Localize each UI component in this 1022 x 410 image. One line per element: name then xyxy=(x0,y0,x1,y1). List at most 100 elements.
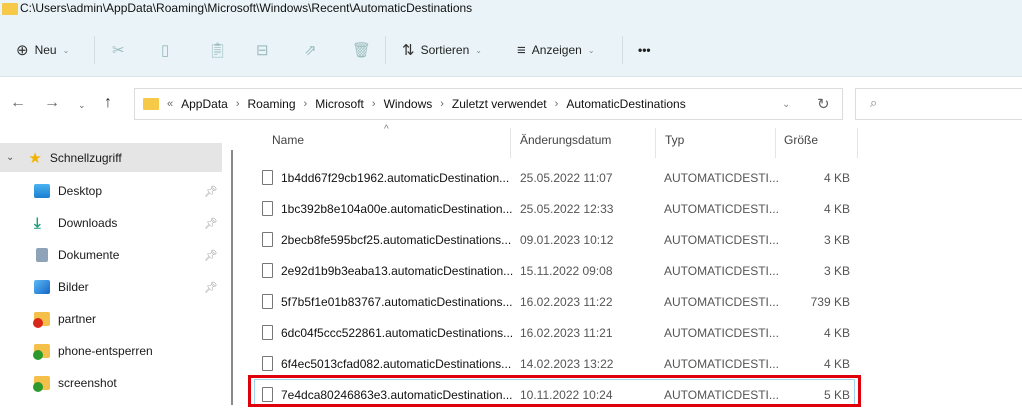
desktop-icon xyxy=(34,184,50,198)
delete-icon: 🗑︎ xyxy=(352,42,372,59)
chevron-right-icon: › xyxy=(303,98,308,110)
paste-button[interactable]: 📋︎ xyxy=(208,38,227,62)
refresh-icon[interactable]: ↻ xyxy=(817,95,830,113)
sort-icon: ⇅ xyxy=(402,42,415,59)
up-arrow-icon[interactable]: ↑ xyxy=(104,94,112,112)
star-icon: ★ xyxy=(28,149,42,167)
share-button[interactable]: ⇗ xyxy=(304,38,317,62)
view-button[interactable]: ≡ Anzeigen ⌄ xyxy=(517,38,595,62)
column-divider[interactable] xyxy=(510,128,511,158)
cut-button[interactable]: ✂ xyxy=(112,38,125,62)
sidebar-label: phone-entsperren xyxy=(58,344,153,358)
breadcrumb-microsoft[interactable]: Microsoft xyxy=(315,97,364,111)
sidebar-item-desktop[interactable]: Desktop 📌︎ xyxy=(0,175,222,207)
file-type: AUTOMATICDESTI... xyxy=(664,325,779,340)
file-date: 16.02.2023 11:21 xyxy=(520,325,613,340)
pin-icon[interactable]: 📌︎ xyxy=(204,249,218,262)
column-header-size[interactable]: Größe xyxy=(784,133,818,157)
file-size: 3 KB xyxy=(823,263,850,278)
sidebar-item-partner[interactable]: partner xyxy=(0,303,222,335)
chevron-down-icon: ⌄ xyxy=(62,45,70,55)
breadcrumb-appdata[interactable]: AppData xyxy=(181,97,228,111)
overflow-chevron[interactable]: « xyxy=(167,98,173,110)
chevron-right-icon: › xyxy=(554,98,559,110)
file-row[interactable]: 5f7b5f1e01b83767.automaticDestinations..… xyxy=(252,286,857,317)
folder-synced-icon xyxy=(33,344,50,360)
sidebar-item-downloads[interactable]: ⤓ Downloads 📌︎ xyxy=(0,207,222,239)
file-name: 2becb8fe595bcf25.automaticDestinations..… xyxy=(281,232,512,247)
file-icon xyxy=(262,325,273,340)
search-input[interactable]: ⌕ xyxy=(855,88,1022,120)
chevron-down-icon: ⌄ xyxy=(587,45,595,55)
file-date: 16.02.2023 11:22 xyxy=(520,294,613,309)
file-row[interactable]: 6dc04f5ccc522861.automaticDestinations..… xyxy=(252,317,857,348)
pin-icon[interactable]: 📌︎ xyxy=(204,281,218,294)
column-header-date[interactable]: Änderungsdatum xyxy=(520,133,611,157)
breadcrumb-roaming[interactable]: Roaming xyxy=(248,97,296,111)
chevron-right-icon: › xyxy=(371,98,376,110)
file-name: 2e92d1b9b3eaba13.automaticDestination... xyxy=(281,263,514,278)
file-row[interactable]: 1bc392b8e104a00e.automaticDestination...… xyxy=(252,193,857,224)
cut-icon: ✂ xyxy=(112,42,125,59)
divider xyxy=(94,36,95,64)
column-divider[interactable] xyxy=(655,128,656,158)
file-type: AUTOMATICDESTI... xyxy=(664,263,779,278)
forward-arrow-icon[interactable]: → xyxy=(44,94,60,112)
chevron-right-icon: › xyxy=(440,98,444,110)
sidebar-item-phone-entsperren[interactable]: phone-entsperren xyxy=(0,335,222,367)
paste-icon: 📋︎ xyxy=(208,42,228,59)
file-row[interactable]: 1b4dd67f29cb1962.automaticDestination...… xyxy=(252,162,857,193)
file-date: 14.02.2023 13:22 xyxy=(520,356,614,371)
file-size: 3 KB xyxy=(823,232,850,247)
folder-synced-icon xyxy=(33,376,50,392)
breadcrumb-automaticdestinations[interactable]: AutomaticDestinations xyxy=(566,97,685,111)
new-button[interactable]: ⊕ Neu ⌄ xyxy=(16,38,69,62)
file-size: 4 KB xyxy=(823,201,850,216)
address-dropdown-icon[interactable]: ⌄ xyxy=(782,99,790,110)
more-button[interactable]: ••• xyxy=(638,38,651,62)
file-date: 15.11.2022 09:08 xyxy=(520,263,613,278)
sidebar-label: partner xyxy=(58,312,97,326)
file-name: 5f7b5f1e01b83767.automaticDestinations..… xyxy=(281,294,513,309)
breadcrumb-recent[interactable]: Zuletzt verwendet xyxy=(452,97,547,111)
back-arrow-icon[interactable]: ← xyxy=(10,94,26,112)
navigation-pane: ⌄ ★ Schnellzugriff Desktop 📌︎ ⤓ Download… xyxy=(0,143,222,399)
file-type: AUTOMATICDESTI... xyxy=(664,294,779,309)
column-header-name[interactable]: Name xyxy=(272,133,304,157)
file-icon xyxy=(262,356,273,371)
address-bar[interactable]: « AppData › Roaming › Microsoft › Windows › … xyxy=(134,88,843,120)
copy-button[interactable]: ▯ xyxy=(161,38,169,62)
plus-circle-icon: ⊕ xyxy=(16,42,29,59)
column-header-type[interactable]: Typ xyxy=(665,133,684,157)
sidebar-item-screenshot[interactable]: screenshot xyxy=(0,367,222,399)
chevron-down-icon[interactable]: ⌄ xyxy=(6,152,14,163)
sidebar-label: Dokumente xyxy=(58,248,120,262)
pin-icon[interactable]: 📌︎ xyxy=(204,217,218,230)
file-row[interactable]: 2e92d1b9b3eaba13.automaticDestination...… xyxy=(252,255,857,286)
column-divider[interactable] xyxy=(857,128,858,158)
breadcrumb-windows[interactable]: Windows xyxy=(384,97,433,111)
title-and-command-bar: C:\Users\admin\AppData\Roaming\Microsoft… xyxy=(0,0,1022,77)
sidebar-label: screenshot xyxy=(58,376,117,390)
folder-icon xyxy=(2,3,18,15)
delete-button[interactable]: 🗑︎ xyxy=(352,38,371,62)
recent-dropdown-icon[interactable]: ⌄ xyxy=(78,100,86,111)
file-row[interactable]: 2becb8fe595bcf25.automaticDestinations..… xyxy=(252,224,857,255)
rename-button[interactable]: ⊟ xyxy=(256,38,269,62)
sort-label: Sortieren xyxy=(420,43,470,57)
file-size: 4 KB xyxy=(823,170,850,185)
sidebar-label: Bilder xyxy=(58,280,89,294)
sidebar-item-documents[interactable]: Dokumente 📌︎ xyxy=(0,239,222,271)
file-icon xyxy=(262,201,273,216)
column-divider[interactable] xyxy=(775,128,776,158)
sort-button[interactable]: ⇅ Sortieren ⌄ xyxy=(402,38,482,62)
sidebar-item-pictures[interactable]: Bilder 📌︎ xyxy=(0,271,222,303)
file-icon xyxy=(262,232,273,247)
sidebar-item-quick-access[interactable]: ⌄ ★ Schnellzugriff xyxy=(0,143,222,172)
download-icon: ⤓ xyxy=(34,214,41,232)
sidebar-scrollbar[interactable] xyxy=(231,150,233,405)
divider xyxy=(385,36,386,64)
file-date: 09.01.2023 10:12 xyxy=(520,232,614,247)
pin-icon[interactable]: 📌︎ xyxy=(204,185,218,198)
file-size: 739 KB xyxy=(810,294,850,309)
